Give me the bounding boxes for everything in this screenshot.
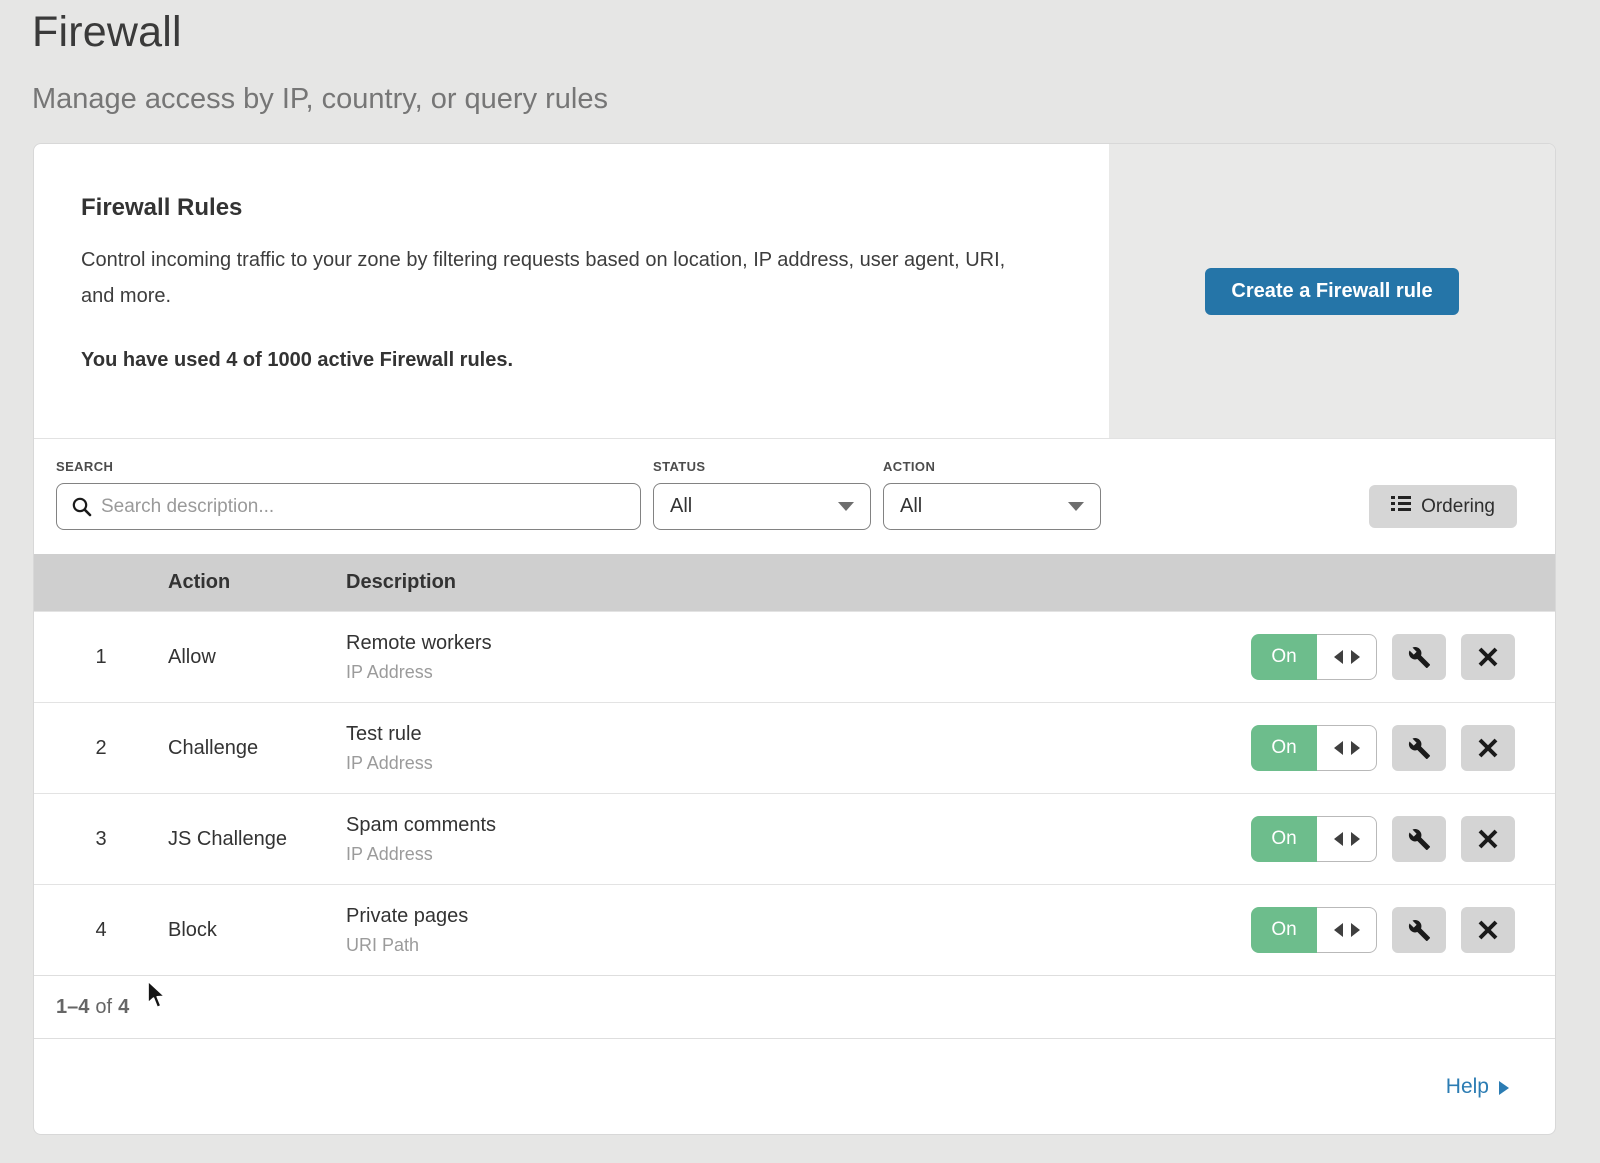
arrow-right-icon bbox=[1499, 1081, 1509, 1095]
edit-rule-button[interactable] bbox=[1392, 816, 1446, 862]
delete-rule-button[interactable] bbox=[1461, 634, 1515, 680]
pagination-of: of bbox=[89, 996, 118, 1019]
rule-description: Private pages bbox=[346, 905, 1075, 928]
search-input[interactable] bbox=[57, 484, 640, 529]
left-right-arrows-icon bbox=[1334, 650, 1360, 664]
action-filter: ACTION All bbox=[883, 459, 1101, 530]
toggle-on-label: On bbox=[1251, 907, 1317, 953]
help-link[interactable]: Help bbox=[1446, 1075, 1509, 1099]
rule-number: 4 bbox=[34, 919, 168, 942]
rule-description: Spam comments bbox=[346, 814, 1075, 837]
page-title: Firewall bbox=[32, 8, 1600, 57]
rule-number: 2 bbox=[34, 737, 168, 760]
page-subtitle: Manage access by IP, country, or query r… bbox=[32, 83, 1600, 116]
rule-enabled-toggle[interactable]: On bbox=[1251, 907, 1377, 953]
close-icon bbox=[1477, 919, 1499, 941]
delete-rule-button[interactable] bbox=[1461, 725, 1515, 771]
action-label: ACTION bbox=[883, 459, 1101, 474]
rule-enabled-toggle[interactable]: On bbox=[1251, 634, 1377, 680]
left-right-arrows-icon bbox=[1334, 832, 1360, 846]
edit-rule-button[interactable] bbox=[1392, 725, 1446, 771]
rule-action: Challenge bbox=[168, 737, 346, 760]
rule-match-type: URI Path bbox=[346, 935, 1075, 956]
column-header-description: Description bbox=[346, 571, 1075, 594]
ordering-list-icon bbox=[1391, 495, 1411, 518]
rule-match-type: IP Address bbox=[346, 662, 1075, 683]
table-row: 1 Allow Remote workers IP Address On bbox=[34, 611, 1555, 702]
toggle-on-label: On bbox=[1251, 634, 1317, 680]
rule-enabled-toggle[interactable]: On bbox=[1251, 725, 1377, 771]
rule-enabled-toggle[interactable]: On bbox=[1251, 816, 1377, 862]
table-header: Action Description bbox=[34, 554, 1555, 611]
overview-description: Control incoming traffic to your zone by… bbox=[81, 242, 1031, 314]
chevron-down-icon bbox=[1068, 502, 1084, 511]
status-select[interactable]: All bbox=[653, 483, 871, 530]
overview-heading: Firewall Rules bbox=[81, 194, 1049, 222]
toggle-handle[interactable] bbox=[1317, 725, 1377, 771]
rule-action: Block bbox=[168, 919, 346, 942]
search-icon bbox=[71, 496, 93, 523]
action-select[interactable]: All bbox=[883, 483, 1101, 530]
card-footer: Help bbox=[34, 1038, 1555, 1134]
left-right-arrows-icon bbox=[1334, 741, 1360, 755]
table-row: 2 Challenge Test rule IP Address On bbox=[34, 702, 1555, 793]
rule-number: 3 bbox=[34, 828, 168, 851]
close-icon bbox=[1477, 828, 1499, 850]
delete-rule-button[interactable] bbox=[1461, 907, 1515, 953]
rule-description: Remote workers bbox=[346, 632, 1075, 655]
toggle-handle[interactable] bbox=[1317, 816, 1377, 862]
edit-rule-button[interactable] bbox=[1392, 634, 1446, 680]
status-filter: STATUS All bbox=[653, 459, 871, 530]
firewall-rules-card: Firewall Rules Control incoming traffic … bbox=[33, 143, 1556, 1135]
toggle-on-label: On bbox=[1251, 816, 1317, 862]
pagination-range: 1–4 bbox=[56, 996, 89, 1019]
overview-section: Firewall Rules Control incoming traffic … bbox=[34, 144, 1555, 439]
wrench-icon bbox=[1408, 646, 1431, 669]
create-firewall-rule-button[interactable]: Create a Firewall rule bbox=[1205, 268, 1458, 315]
filters-bar: SEARCH STATUS All bbox=[34, 439, 1555, 554]
rule-match-type: IP Address bbox=[346, 844, 1075, 865]
close-icon bbox=[1477, 646, 1499, 668]
table-row: 4 Block Private pages URI Path On bbox=[34, 884, 1555, 975]
rule-match-type: IP Address bbox=[346, 753, 1075, 774]
status-label: STATUS bbox=[653, 459, 871, 474]
page-header: Firewall Manage access by IP, country, o… bbox=[0, 0, 1600, 116]
usage-summary: You have used 4 of 1000 active Firewall … bbox=[81, 349, 1049, 372]
ordering-button[interactable]: Ordering bbox=[1369, 485, 1517, 528]
overview-text: Firewall Rules Control incoming traffic … bbox=[34, 144, 1109, 438]
pagination: 1–4 of 4 bbox=[34, 975, 1555, 1038]
toggle-handle[interactable] bbox=[1317, 634, 1377, 680]
column-header-action: Action bbox=[168, 571, 346, 594]
search-filter: SEARCH bbox=[56, 459, 641, 530]
wrench-icon bbox=[1408, 828, 1431, 851]
left-right-arrows-icon bbox=[1334, 923, 1360, 937]
search-input-box bbox=[56, 483, 641, 530]
toggle-handle[interactable] bbox=[1317, 907, 1377, 953]
close-icon bbox=[1477, 737, 1499, 759]
rule-action: Allow bbox=[168, 646, 346, 669]
delete-rule-button[interactable] bbox=[1461, 816, 1515, 862]
rule-number: 1 bbox=[34, 646, 168, 669]
pagination-total: 4 bbox=[118, 996, 129, 1019]
firewall-page: Firewall Manage access by IP, country, o… bbox=[0, 0, 1600, 1163]
edit-rule-button[interactable] bbox=[1392, 907, 1446, 953]
chevron-down-icon bbox=[838, 502, 854, 511]
toggle-on-label: On bbox=[1251, 725, 1317, 771]
wrench-icon bbox=[1408, 737, 1431, 760]
create-rule-panel: Create a Firewall rule bbox=[1109, 144, 1555, 438]
status-selected-value: All bbox=[670, 495, 692, 518]
rule-description: Test rule bbox=[346, 723, 1075, 746]
action-selected-value: All bbox=[900, 495, 922, 518]
rule-action: JS Challenge bbox=[168, 828, 346, 851]
table-row: 3 JS Challenge Spam comments IP Address … bbox=[34, 793, 1555, 884]
search-label: SEARCH bbox=[56, 459, 641, 474]
help-link-label: Help bbox=[1446, 1075, 1489, 1099]
wrench-icon bbox=[1408, 919, 1431, 942]
ordering-button-label: Ordering bbox=[1421, 496, 1495, 518]
